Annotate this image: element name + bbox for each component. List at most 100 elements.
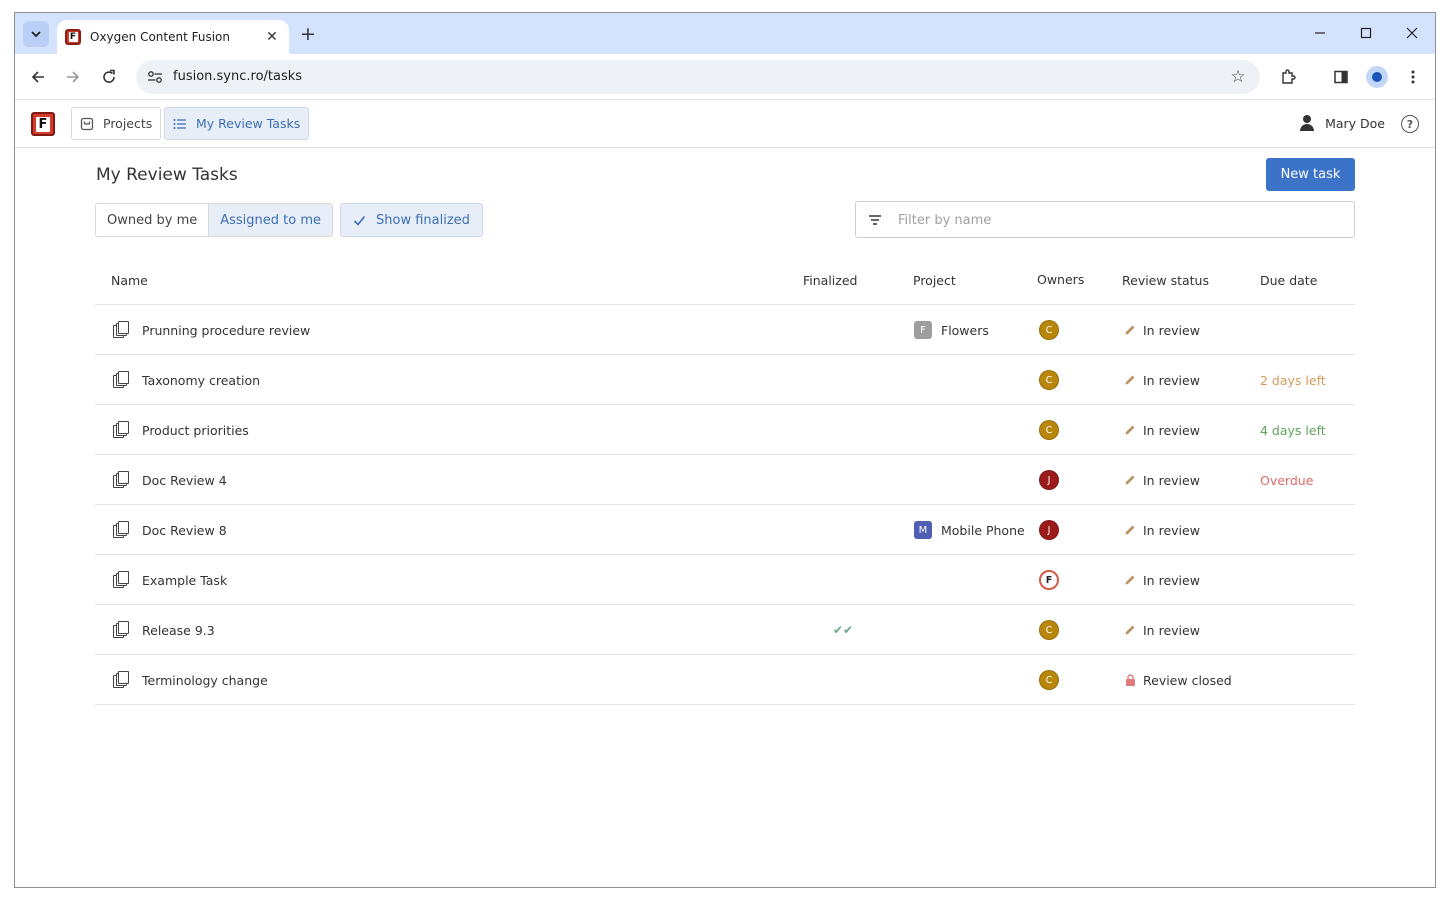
tab-search-button[interactable] bbox=[23, 21, 49, 47]
review-status-text: In review bbox=[1143, 422, 1200, 438]
pencil-icon bbox=[1124, 574, 1136, 586]
window-close-icon[interactable] bbox=[1399, 21, 1425, 45]
owners-cell: J bbox=[1039, 505, 1059, 555]
show-finalized-toggle[interactable]: Show finalized bbox=[340, 203, 483, 237]
review-status-cell: In review bbox=[1124, 405, 1200, 455]
project-cell: M Mobile Phone bbox=[914, 505, 1025, 555]
header-due-date[interactable]: Due date bbox=[1260, 273, 1317, 288]
header-owners[interactable]: Owners bbox=[1037, 272, 1084, 287]
review-status-text: In review bbox=[1143, 522, 1200, 538]
due-date-text: 2 days left bbox=[1260, 372, 1326, 388]
assigned-to-me-tab[interactable]: Assigned to me bbox=[208, 204, 333, 236]
profile-avatar-icon[interactable] bbox=[1364, 64, 1390, 90]
header-finalized[interactable]: Finalized bbox=[803, 273, 857, 288]
extensions-icon[interactable] bbox=[1275, 64, 1301, 90]
owners-cell: C bbox=[1039, 305, 1059, 355]
due-date-text: 4 days left bbox=[1260, 422, 1326, 438]
task-name[interactable]: Release 9.3 bbox=[142, 623, 215, 638]
user-name: Mary Doe bbox=[1325, 115, 1385, 131]
tasks-table: Name Finalized Project Owners Review sta… bbox=[95, 256, 1355, 705]
avatar: C bbox=[1039, 620, 1059, 640]
app-favicon-icon: F bbox=[65, 29, 81, 45]
task-name[interactable]: Taxonomy creation bbox=[142, 373, 260, 388]
review-status-cell: In review bbox=[1124, 605, 1200, 655]
avatar: J bbox=[1039, 520, 1059, 540]
filter-icon bbox=[868, 215, 882, 225]
browser-toolbar: fusion.sync.ro/tasks ☆ bbox=[15, 54, 1435, 100]
site-info-icon[interactable] bbox=[146, 68, 164, 86]
fusion-logo[interactable]: F bbox=[31, 112, 55, 136]
review-status-cell: Review closed bbox=[1124, 655, 1232, 705]
tab-close-icon[interactable]: ✕ bbox=[263, 28, 281, 46]
table-row[interactable]: Doc Review 4 J In review Overdue bbox=[95, 455, 1355, 505]
browser-tab[interactable]: F Oxygen Content Fusion ✕ bbox=[57, 20, 289, 54]
table-row[interactable]: Terminology change C Review closed bbox=[95, 655, 1355, 705]
table-row[interactable]: Prunning procedure review F Flowers C In… bbox=[95, 305, 1355, 355]
task-name-cell: Example Task bbox=[113, 555, 227, 605]
due-date-cell: 4 days left bbox=[1260, 405, 1326, 455]
table-row[interactable]: Taxonomy creation C In review 2 days lef… bbox=[95, 355, 1355, 405]
review-status-cell: In review bbox=[1124, 455, 1200, 505]
new-task-button[interactable]: New task bbox=[1266, 158, 1355, 191]
task-name[interactable]: Terminology change bbox=[142, 673, 268, 688]
address-bar[interactable]: fusion.sync.ro/tasks ☆ bbox=[136, 60, 1260, 94]
show-finalized-label: Show finalized bbox=[376, 212, 470, 228]
my-review-tasks-button[interactable]: My Review Tasks bbox=[164, 107, 310, 140]
project-badge: F bbox=[914, 321, 932, 339]
table-row[interactable]: Example Task F In review bbox=[95, 555, 1355, 605]
header-review-status[interactable]: Review status bbox=[1122, 273, 1209, 288]
help-icon[interactable]: ? bbox=[1401, 115, 1419, 133]
documents-icon bbox=[113, 521, 129, 538]
task-name[interactable]: Doc Review 8 bbox=[142, 523, 227, 538]
owned-by-me-tab[interactable]: Owned by me bbox=[96, 204, 209, 236]
projects-label: Projects bbox=[103, 116, 153, 131]
owners-cell: J bbox=[1039, 455, 1059, 505]
project-cell: F Flowers bbox=[914, 305, 989, 355]
browser-menu-icon[interactable] bbox=[1400, 64, 1426, 90]
task-name-cell: Terminology change bbox=[113, 655, 268, 705]
task-name[interactable]: Prunning procedure review bbox=[142, 323, 310, 338]
new-tab-button[interactable]: + bbox=[297, 23, 319, 45]
minimize-icon[interactable] bbox=[1307, 21, 1333, 45]
forward-icon[interactable] bbox=[60, 64, 86, 90]
my-review-tasks-label: My Review Tasks bbox=[196, 116, 301, 131]
avatar: C bbox=[1039, 320, 1059, 340]
review-status-text: In review bbox=[1143, 622, 1200, 638]
table-row[interactable]: Product priorities C In review 4 days le… bbox=[95, 405, 1355, 455]
back-icon[interactable] bbox=[25, 64, 51, 90]
task-name-cell: Doc Review 8 bbox=[113, 505, 227, 555]
header-project[interactable]: Project bbox=[913, 273, 956, 288]
owners-cell: C bbox=[1039, 405, 1059, 455]
table-row[interactable]: Release 9.3 ✔✔ C In review bbox=[95, 605, 1355, 655]
task-name[interactable]: Example Task bbox=[142, 573, 227, 588]
finalized-check-icon: ✔✔ bbox=[833, 623, 854, 637]
tab-strip: F Oxygen Content Fusion ✕ + bbox=[15, 13, 1435, 54]
task-name-cell: Taxonomy creation bbox=[113, 355, 260, 405]
project-name[interactable]: Mobile Phone bbox=[941, 523, 1025, 538]
pencil-icon bbox=[1124, 524, 1136, 536]
project-name[interactable]: Flowers bbox=[941, 323, 989, 338]
filter-field bbox=[855, 201, 1355, 238]
review-status-text: In review bbox=[1143, 572, 1200, 588]
documents-icon bbox=[113, 621, 129, 638]
avatar-fusion: F bbox=[1039, 570, 1059, 590]
review-status-text: In review bbox=[1143, 372, 1200, 388]
user-icon bbox=[1299, 115, 1315, 131]
url-text: fusion.sync.ro/tasks bbox=[173, 69, 303, 84]
owners-cell: F bbox=[1039, 555, 1059, 605]
bookmark-star-icon[interactable]: ☆ bbox=[1228, 67, 1248, 87]
chevron-down-icon bbox=[31, 31, 41, 38]
task-name[interactable]: Doc Review 4 bbox=[142, 473, 227, 488]
projects-button[interactable]: Projects bbox=[71, 107, 162, 140]
maximize-icon[interactable] bbox=[1353, 21, 1379, 45]
documents-icon bbox=[113, 471, 129, 488]
side-panel-icon[interactable] bbox=[1328, 64, 1354, 90]
reload-icon[interactable] bbox=[96, 64, 122, 90]
table-row[interactable]: Doc Review 8 M Mobile Phone J In review bbox=[95, 505, 1355, 555]
avatar: C bbox=[1039, 370, 1059, 390]
review-status-text: In review bbox=[1143, 472, 1200, 488]
header-name[interactable]: Name bbox=[111, 273, 148, 288]
user-menu[interactable]: Mary Doe bbox=[1299, 115, 1385, 131]
task-name[interactable]: Product priorities bbox=[142, 423, 249, 438]
filter-input[interactable] bbox=[898, 210, 1338, 230]
